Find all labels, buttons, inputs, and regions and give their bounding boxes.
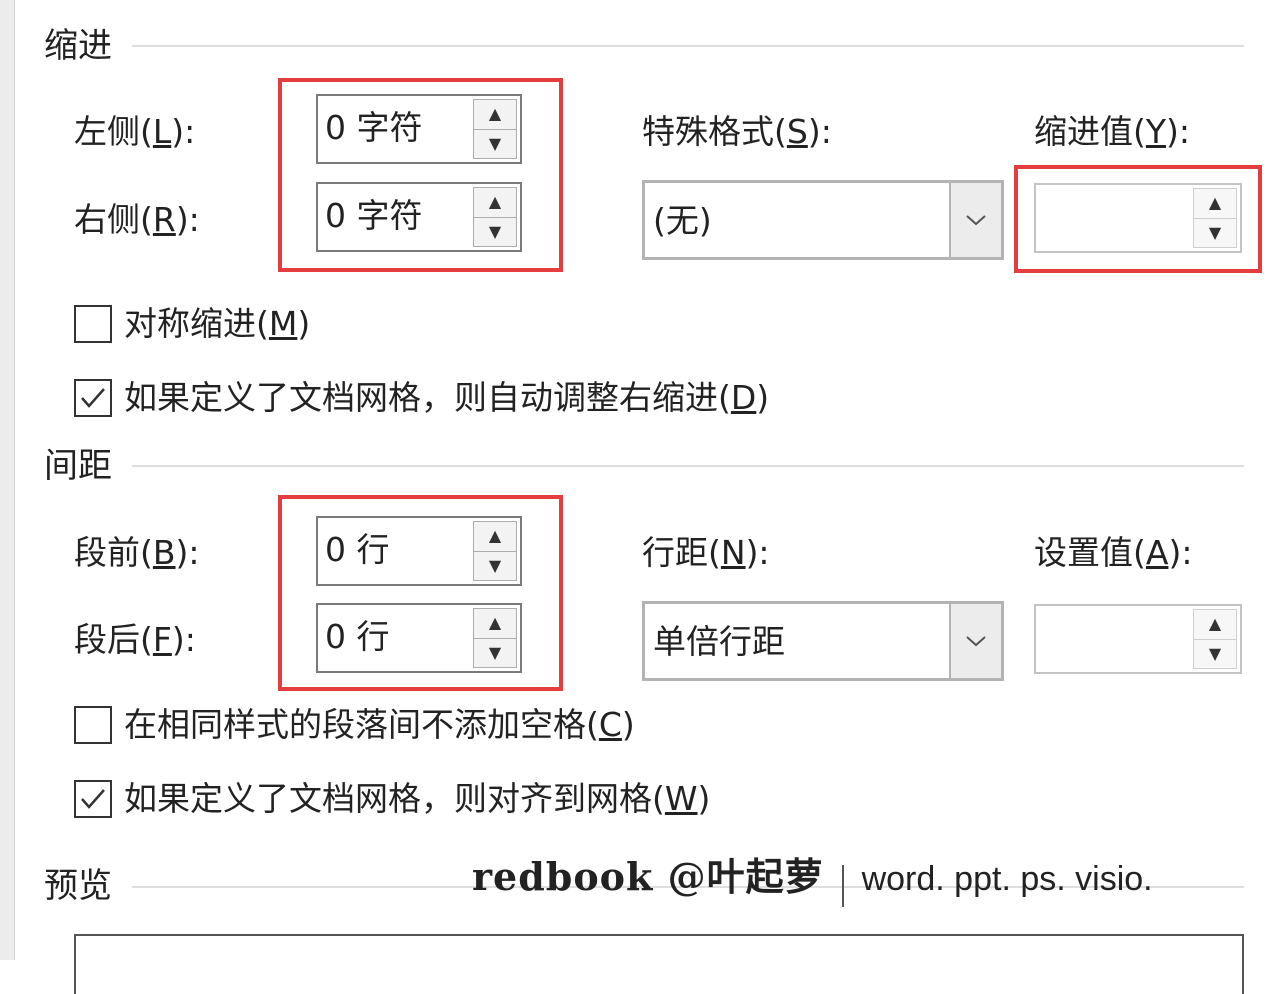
- preview-pane: [74, 934, 1244, 994]
- no-space-same-style-checkbox[interactable]: [74, 706, 112, 744]
- space-after-label: 段后(F):: [74, 620, 196, 659]
- spin-up-icon[interactable]: ▲: [1193, 609, 1237, 640]
- highlight-box-spacing: [278, 495, 563, 691]
- line-spacing-select[interactable]: 单倍行距: [642, 601, 1004, 681]
- set-value-label: 设置值(A):: [1034, 533, 1193, 572]
- watermark-tags: word. ppt. ps. visio.: [861, 860, 1153, 898]
- highlight-box-indent: [278, 78, 563, 272]
- spacing-section-title: 间距: [44, 446, 112, 486]
- no-space-same-style-label: 在相同样式的段落间不添加空格(C): [124, 705, 635, 744]
- dialog-left-edge: [0, 0, 15, 960]
- spacing-section-divider: [132, 465, 1244, 467]
- special-format-selected: (无): [653, 201, 712, 240]
- preview-section-title: 预览: [44, 866, 112, 906]
- indent-section-title: 缩进: [44, 26, 112, 66]
- watermark: redbook @叶起萝 word. ppt. ps. visio.: [472, 846, 1153, 907]
- watermark-separator: [841, 864, 844, 907]
- right-indent-label: 右侧(R):: [74, 200, 200, 239]
- set-value-spinner[interactable]: ▲ ▼: [1034, 604, 1242, 674]
- left-indent-label: 左侧(L):: [74, 112, 196, 151]
- mirror-indent-label: 对称缩进(M): [124, 304, 311, 343]
- indent-section-divider: [132, 45, 1244, 47]
- spin-down-icon[interactable]: ▼: [1193, 639, 1237, 669]
- auto-adjust-right-indent-label: 如果定义了文档网格，则自动调整右缩进(D): [124, 378, 770, 417]
- chevron-down-icon[interactable]: [949, 604, 1001, 678]
- space-before-label: 段前(B):: [74, 533, 200, 572]
- special-format-label: 特殊格式(S):: [642, 112, 832, 151]
- indent-value-label: 缩进值(Y):: [1034, 112, 1191, 151]
- mirror-indent-checkbox[interactable]: [74, 305, 112, 343]
- highlight-box-indent-value: [1014, 165, 1262, 273]
- check-icon: [81, 388, 105, 408]
- line-spacing-selected: 单倍行距: [653, 622, 785, 661]
- line-spacing-label: 行距(N):: [642, 533, 770, 572]
- special-format-select[interactable]: (无): [642, 180, 1004, 260]
- auto-adjust-right-indent-checkbox[interactable]: [74, 379, 112, 417]
- snap-to-grid-label: 如果定义了文档网格，则对齐到网格(W): [124, 779, 711, 818]
- watermark-main: redbook @叶起萝: [472, 854, 824, 899]
- snap-to-grid-checkbox[interactable]: [74, 780, 112, 818]
- chevron-down-icon[interactable]: [949, 183, 1001, 257]
- check-icon: [81, 789, 105, 809]
